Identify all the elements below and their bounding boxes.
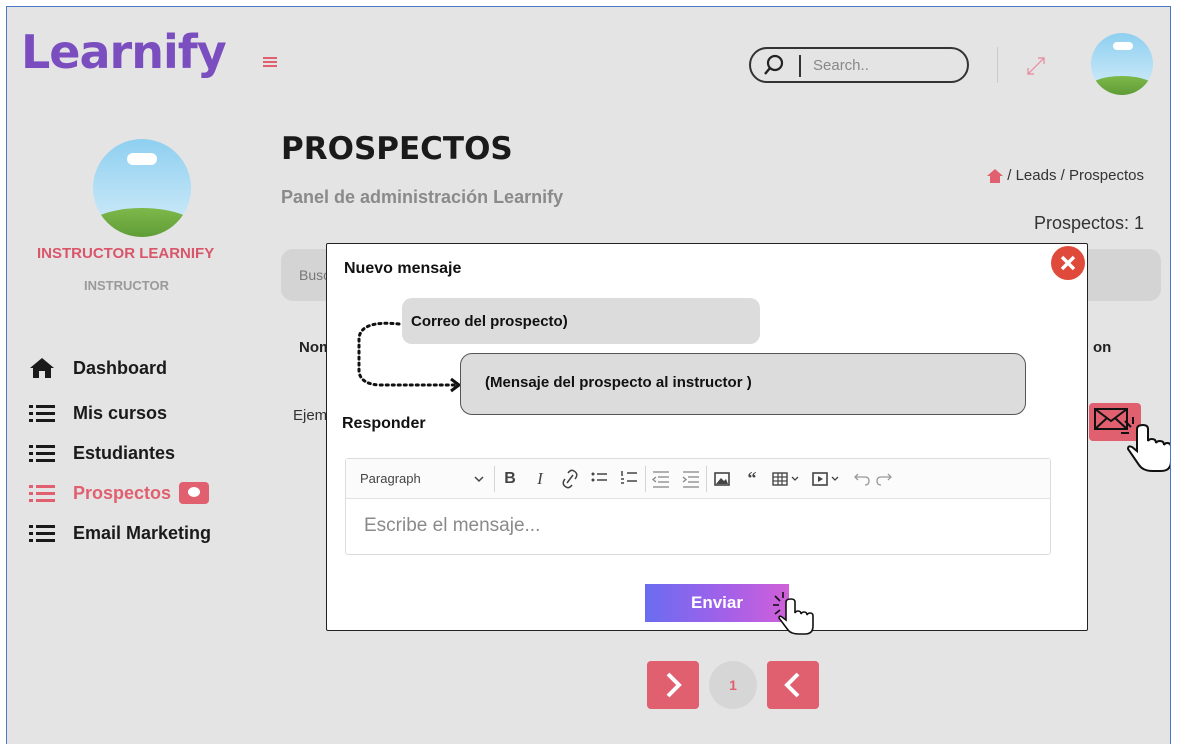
sidebar-item-email-marketing[interactable]: Email Marketing — [29, 513, 211, 553]
prospect-count: Prospectos: 1 — [1033, 213, 1144, 233]
prospect-message-field: (Mensaje del prospecto al instructor ) — [460, 353, 1026, 415]
table-cell-name: Ejem — [293, 407, 328, 424]
pagination-prev-button[interactable] — [767, 661, 819, 709]
italic-icon[interactable]: I — [525, 459, 555, 499]
quote-icon[interactable]: “ — [737, 459, 767, 499]
paragraph-select[interactable]: Paragraph — [346, 459, 494, 499]
sidebar-nav: Dashboard Mis cursos Estudiantes Prospec… — [29, 351, 211, 553]
editor-placeholder[interactable]: Escribe el mensaje... — [364, 515, 540, 537]
indent-icon[interactable] — [676, 459, 706, 499]
page-title: PROSPECTOS — [281, 131, 513, 167]
chevron-right-icon — [666, 672, 682, 698]
list-icon — [29, 482, 55, 504]
search-icon[interactable] — [763, 54, 785, 76]
send-button[interactable]: Enviar — [645, 584, 789, 622]
numbered-list-icon[interactable] — [615, 459, 645, 499]
header-avatar[interactable] — [1091, 33, 1153, 95]
redo-icon[interactable] — [873, 459, 899, 499]
paragraph-select-value: Paragraph — [360, 471, 421, 486]
sidebar-item-label: Dashboard — [73, 357, 168, 378]
sidebar-item-estudiantes[interactable]: Estudiantes — [29, 433, 211, 473]
undo-icon[interactable] — [847, 459, 873, 499]
user-role: INSTRUCTOR — [84, 278, 169, 293]
pagination: 1 — [647, 661, 819, 709]
header-divider — [997, 47, 998, 83]
list-icon — [29, 442, 55, 464]
sidebar-item-prospectos[interactable]: Prospectos — [29, 473, 211, 513]
sidebar-item-mis-cursos[interactable]: Mis cursos — [29, 393, 211, 433]
close-button[interactable] — [1051, 246, 1085, 280]
search-divider — [799, 55, 801, 77]
outdent-icon[interactable] — [646, 459, 676, 499]
new-message-modal: Nuevo mensaje Correo del prospecto) (Men… — [326, 243, 1088, 635]
menu-icon[interactable] — [263, 57, 277, 67]
image-icon[interactable] — [707, 459, 737, 499]
chevron-left-icon — [784, 672, 800, 698]
home-icon[interactable] — [987, 168, 1004, 183]
table-header-action: on — [1093, 339, 1112, 356]
bold-icon[interactable]: B — [495, 459, 525, 499]
home-icon — [30, 358, 54, 378]
prospect-message-label: (Mensaje del prospecto al instructor ) — [485, 374, 752, 391]
reply-label: Responder — [342, 415, 426, 432]
chat-badge-icon — [179, 482, 210, 504]
pagination-current-page[interactable]: 1 — [709, 661, 757, 709]
pagination-next-button[interactable] — [647, 661, 699, 709]
sidebar-item-label: Email Marketing — [73, 522, 212, 543]
search-box[interactable] — [749, 47, 969, 83]
link-icon[interactable] — [555, 459, 585, 499]
hand-cursor-icon — [773, 592, 814, 635]
sidebar-item-label: Mis cursos — [73, 402, 168, 423]
sidebar-item-label: Prospectos — [73, 482, 172, 503]
hand-cursor-icon — [1121, 417, 1170, 472]
close-icon — [1060, 255, 1076, 271]
page-subtitle: Panel de administración Learnify — [281, 187, 564, 207]
list-icon — [29, 522, 55, 544]
connector-arrow-icon — [357, 321, 462, 393]
user-name: INSTRUCTOR LEARNIFY — [37, 245, 215, 262]
profile-avatar — [93, 139, 191, 237]
bulleted-list-icon[interactable] — [585, 459, 615, 499]
media-icon[interactable] — [807, 459, 847, 499]
search-input[interactable] — [813, 53, 953, 77]
sidebar-item-label: Estudiantes — [73, 442, 176, 463]
sidebar-item-dashboard[interactable]: Dashboard — [29, 351, 211, 385]
learnify-logo[interactable]: Learnify — [21, 29, 227, 75]
list-icon — [29, 402, 55, 424]
breadcrumb-path[interactable]: / Leads / Prospectos — [1007, 167, 1144, 184]
chevron-down-icon — [474, 475, 484, 482]
breadcrumb: / Leads / Prospectos — [987, 167, 1144, 184]
modal-title: Nuevo mensaje — [344, 260, 462, 277]
rich-text-editor[interactable]: Paragraph B I “ Escribe el mensaje... — [345, 458, 1051, 555]
editor-toolbar: Paragraph B I “ — [346, 459, 1050, 499]
fullscreen-icon[interactable] — [1025, 55, 1047, 77]
table-icon[interactable] — [767, 459, 807, 499]
